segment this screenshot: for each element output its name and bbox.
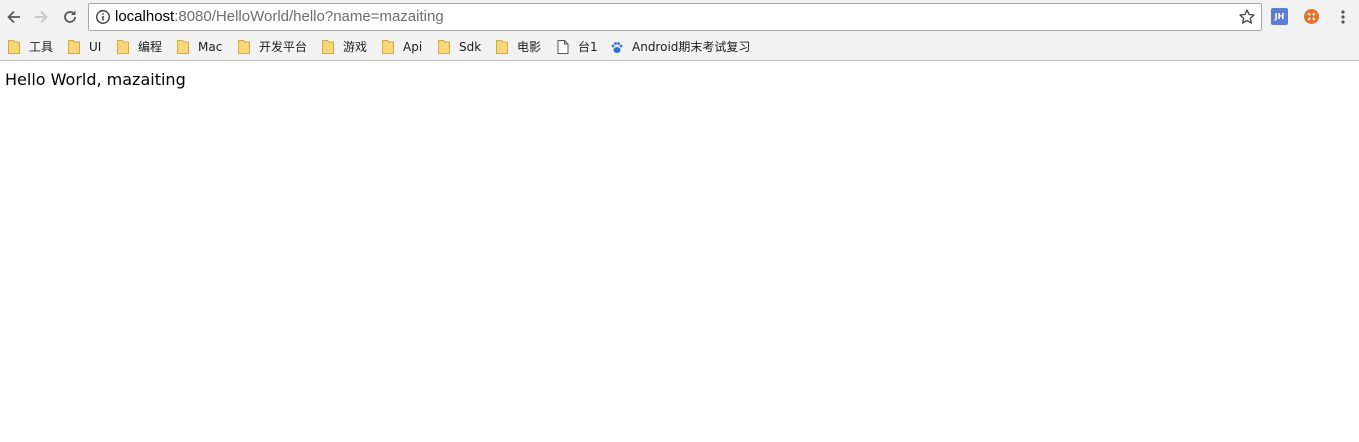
bookmark-label: Mac xyxy=(198,40,223,54)
orange-extension-button[interactable] xyxy=(1303,8,1320,25)
bookmark-folder-dev-platform[interactable]: 开发平台 xyxy=(238,34,307,60)
star-outline-icon[interactable] xyxy=(1238,8,1256,26)
arrow-left-icon xyxy=(7,10,20,24)
folder-icon xyxy=(117,40,129,54)
bookmark-folder-ui[interactable]: UI xyxy=(68,34,101,60)
browser-chrome: localhost:8080/HelloWorld/hello?name=maz… xyxy=(0,0,1359,61)
info-circle-icon[interactable] xyxy=(95,9,111,25)
vertical-dots-icon xyxy=(1341,10,1345,24)
reload-button[interactable] xyxy=(56,3,84,31)
baidu-paw-icon xyxy=(611,42,623,53)
jh-extension-button[interactable]: JH xyxy=(1271,8,1288,25)
folder-icon xyxy=(8,40,20,54)
page-body-text: Hello World, mazaiting xyxy=(5,70,186,89)
bookmark-folder-movies[interactable]: 电影 xyxy=(496,34,541,60)
bookmark-label: 游戏 xyxy=(343,40,368,54)
bookmarks-bar: 工具 UI 编程 Mac 开发平台 游戏 Api Sdk 电影 台1 Andro… xyxy=(0,34,1359,60)
bookmark-label: Android期末考试复习 xyxy=(632,40,751,54)
back-button[interactable] xyxy=(0,3,28,31)
reload-icon xyxy=(64,10,76,23)
arrow-right-icon xyxy=(35,10,48,24)
bookmark-label: 台1 xyxy=(578,40,598,54)
forward-button[interactable] xyxy=(27,3,55,31)
folder-icon xyxy=(68,40,80,54)
bookmark-folder-programming[interactable]: 编程 xyxy=(117,34,162,60)
bookmark-label: Api xyxy=(403,40,423,54)
bookmark-label: 开发平台 xyxy=(259,40,308,54)
bookmark-label: Sdk xyxy=(459,40,482,54)
browser-toolbar: localhost:8080/HelloWorld/hello?name=maz… xyxy=(0,0,1359,34)
bookmark-folder-api[interactable]: Api xyxy=(382,34,422,60)
bookmark-label: 工具 xyxy=(29,40,54,54)
folder-icon xyxy=(177,40,189,54)
bookmark-label: UI xyxy=(89,40,102,54)
page-icon xyxy=(557,40,569,54)
orange-extension-icon xyxy=(1304,9,1319,24)
url-path: :8080/HelloWorld/hello?name=mazaiting xyxy=(174,8,444,25)
folder-icon xyxy=(322,40,334,54)
folder-icon xyxy=(382,40,394,54)
url-text[interactable]: localhost:8080/HelloWorld/hello?name=maz… xyxy=(115,8,444,26)
bookmark-label: 编程 xyxy=(138,40,163,54)
folder-icon xyxy=(496,40,508,54)
url-host: localhost xyxy=(115,8,175,25)
folder-icon xyxy=(238,40,250,54)
jh-extension-label: JH xyxy=(1274,12,1285,21)
address-bar[interactable]: localhost:8080/HelloWorld/hello?name=maz… xyxy=(88,3,1262,31)
bookmark-android-exam[interactable]: Android期末考试复习 xyxy=(611,34,751,60)
bookmark-folder-mac[interactable]: Mac xyxy=(177,34,222,60)
bookmark-folder-tools[interactable]: 工具 xyxy=(8,34,53,60)
bookmark-folder-games[interactable]: 游戏 xyxy=(322,34,367,60)
folder-icon xyxy=(438,40,450,54)
bookmark-page-tai1[interactable]: 台1 xyxy=(557,34,598,60)
browser-menu-button[interactable] xyxy=(1334,8,1352,26)
bookmark-folder-sdk[interactable]: Sdk xyxy=(438,34,481,60)
bookmark-label: 电影 xyxy=(517,40,542,54)
